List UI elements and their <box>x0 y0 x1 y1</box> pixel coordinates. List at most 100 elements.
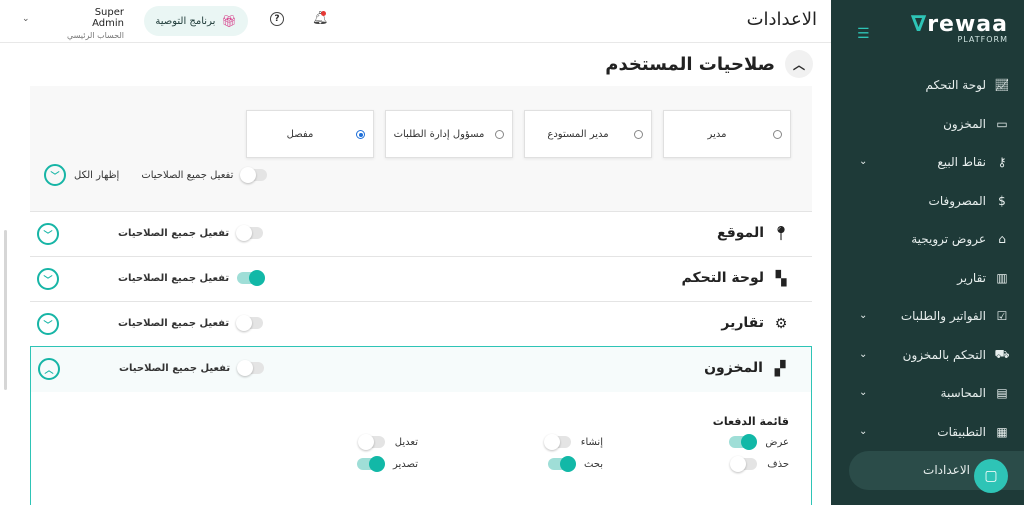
gift-icon: 🎁︎ <box>221 14 237 28</box>
module-name: المخزون <box>704 360 763 376</box>
permission-toggle[interactable] <box>356 456 385 472</box>
sidebar-item-label: عروض ترويجية <box>911 232 986 247</box>
sidebar-item-accounting[interactable]: ⌄ المحاسبة ▤ <box>831 374 1024 413</box>
subsection-title: قائمة الدفعات <box>712 415 789 428</box>
show-all-chevron-icon[interactable]: ﹀ <box>44 164 66 186</box>
boxes-icon: ▞ <box>774 361 786 377</box>
module-toggle: تفعيل جميع الصلاحيات <box>118 225 264 241</box>
toggle-label: تفعيل جميع الصلاحيات <box>118 272 230 284</box>
collapse-section-button[interactable]: ︿ <box>785 50 813 78</box>
enable-all-toggle[interactable] <box>237 360 265 376</box>
toggle-label: تفعيل جميع الصلاحيات <box>119 362 231 374</box>
module-name: تقارير <box>721 315 764 331</box>
module-toggle: تفعيل جميع الصلاحيات <box>119 360 265 376</box>
permission-search: بحث <box>547 456 603 472</box>
sidebar-item-label: نقاط البيع <box>937 155 986 170</box>
user-name: Super Admin <box>92 7 124 29</box>
enable-all-toggle[interactable] <box>236 315 264 331</box>
role-label: مفصل <box>286 128 314 140</box>
gear-icon: ⚙ <box>774 316 788 332</box>
role-option-custom[interactable]: مفصل <box>246 110 374 158</box>
sidebar-item-stock-control[interactable]: ⌄ التحكم بالمخزون ⛟ <box>831 336 1024 375</box>
location-pin-icon: 📍︎ <box>772 226 790 242</box>
module-name: الموقع <box>717 225 764 241</box>
toggle-label: تفعيل جميع الصلاحيات <box>118 317 230 329</box>
brand-logo[interactable]: ∇rewaa PLATFORM <box>888 12 1008 44</box>
sidebar-item-label: الفواتير والطلبات <box>900 309 986 324</box>
permission-toggle[interactable] <box>543 434 571 450</box>
checkbox-icon: ☑ <box>996 309 1008 324</box>
expand-chevron-icon[interactable]: ﹀ <box>37 223 59 245</box>
module-name: لوحة التحكم <box>681 270 764 286</box>
sidebar-item-reports[interactable]: تقارير ▥ <box>831 259 1024 298</box>
sidebar-item-label: تقارير <box>957 270 986 285</box>
role-label: مدير المستودع <box>547 128 609 140</box>
permission-edit: تعديل <box>357 434 418 450</box>
permission-export: تصدير <box>356 456 418 472</box>
sidebar-item-expenses[interactable]: المصروفات $ <box>831 182 1024 221</box>
book-icon: ▤ <box>996 386 1008 401</box>
permission-label: تعديل <box>394 436 418 448</box>
permission-create: إنشاء <box>543 434 603 450</box>
sidebar-item-label: التحكم بالمخزون <box>902 347 986 362</box>
sidebar-item-pos[interactable]: ⌄ نقاط البيع ⚷ <box>831 143 1024 182</box>
role-selector: مدير مدير المستودع مسؤول إدارة الطلبات م… <box>246 110 791 158</box>
dollar-circle-icon: $ <box>998 193 1006 208</box>
module-row-location: 📍︎ الموقع تفعيل جميع الصلاحيات ﹀ <box>30 211 812 256</box>
module-toggle: تفعيل جميع الصلاحيات <box>118 270 266 286</box>
permission-toggle[interactable] <box>730 456 758 472</box>
role-option-warehouse-manager[interactable]: مدير المستودع <box>524 110 652 158</box>
sidebar-item-invoices[interactable]: ⌄ الفواتير والطلبات ☑ <box>831 297 1024 336</box>
permission-delete: حذف <box>730 456 789 472</box>
chevron-down-icon: ⌄ <box>859 310 868 321</box>
role-option-manager[interactable]: مدير <box>663 110 791 158</box>
logo-mark-icon: ∇ <box>910 12 928 37</box>
sidebar-item-inventory[interactable]: المخزون ▭ <box>831 105 1024 144</box>
expand-chevron-icon[interactable]: ﹀ <box>37 268 59 290</box>
help-icon[interactable]: ? <box>270 12 284 26</box>
topbar: الاعدادات ⌄ Super Admin الحساب الرئيسي ب… <box>0 0 831 43</box>
enable-all-toggle[interactable] <box>240 167 268 183</box>
tag-icon: ⌂ <box>998 232 1006 247</box>
enable-all-toggle[interactable] <box>236 225 264 241</box>
sidebar-item-label: المخزون <box>943 116 986 131</box>
permission-toggle[interactable] <box>547 456 576 472</box>
role-label: مدير <box>707 128 727 140</box>
module-row-inventory: ▞ المخزون تفعيل جميع الصلاحيات ︿ قائمة ا… <box>30 346 812 505</box>
toggle-label: تفعيل جميع الصلاحيات <box>118 227 230 239</box>
page-title: الاعدادات <box>746 9 817 30</box>
inbox-icon: ▭ <box>996 116 1008 131</box>
enable-all-label: تفعيل جميع الصلاحيات <box>141 169 234 181</box>
sidebar-item-dashboard[interactable]: لوحة التحكم 📈︎ <box>831 66 1024 105</box>
chart-line-icon: 📈︎ <box>994 78 1010 93</box>
user-menu-chevron-icon[interactable]: ⌄ <box>22 14 30 24</box>
user-menu[interactable]: Super Admin الحساب الرئيسي <box>66 7 124 40</box>
user-role: الحساب الرئيسي <box>67 31 124 40</box>
notification-dot <box>321 11 326 16</box>
permission-label: تصدير <box>392 458 418 470</box>
module-header: ▞ المخزون تفعيل جميع الصلاحيات ︿ <box>31 347 811 392</box>
key-icon: ⚷ <box>997 155 1007 170</box>
sidebar-item-promotions[interactable]: عروض ترويجية ⌂ <box>831 220 1024 259</box>
expand-chevron-icon[interactable]: ﹀ <box>37 313 59 335</box>
permission-label: حذف <box>767 458 789 470</box>
sidebar-item-label: المحاسبة <box>940 386 986 401</box>
collapse-chevron-icon[interactable]: ︿ <box>38 358 60 380</box>
batches-permissions: قائمة الدفعات <box>49 415 789 434</box>
chat-support-icon[interactable]: ▢ <box>974 459 1008 493</box>
show-all-label: إظهار الكل <box>74 169 120 181</box>
hamburger-menu-icon[interactable]: ☰ <box>857 26 870 42</box>
chevron-down-icon: ⌄ <box>859 425 868 437</box>
permission-toggle[interactable] <box>729 434 758 450</box>
apps-grid-icon: ▦ <box>996 424 1008 439</box>
permission-toggle[interactable] <box>357 434 385 450</box>
chevron-down-icon: ⌄ <box>859 156 868 167</box>
referral-label: برنامج التوصية <box>155 15 216 27</box>
sidebar-item-label: التطبيقات <box>937 424 986 439</box>
brand-name: rewaa <box>927 12 1008 37</box>
role-option-orders-admin[interactable]: مسؤول إدارة الطلبات <box>385 110 513 158</box>
scrollbar[interactable] <box>4 230 7 390</box>
enable-all-toggle[interactable] <box>237 270 266 286</box>
referral-program-button[interactable]: برنامج التوصية 🎁︎ <box>144 6 248 36</box>
sidebar-item-apps[interactable]: ⌄ التطبيقات ▦ <box>831 413 1024 452</box>
